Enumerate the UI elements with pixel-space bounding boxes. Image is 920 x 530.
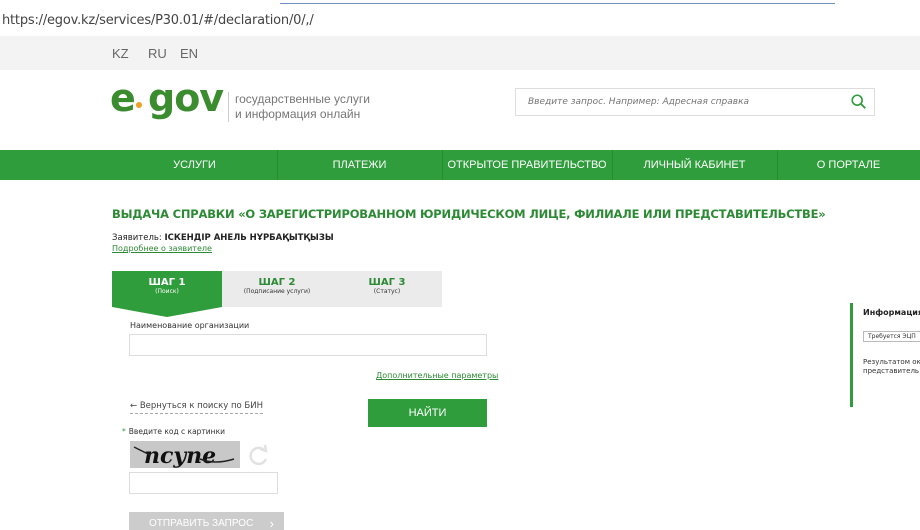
step-1-tab[interactable]: ШАГ 1 (Поиск) [112,271,222,317]
step-3-tab[interactable]: ШАГ 3 (Статус) [332,271,442,307]
lang-en[interactable]: EN [180,46,198,61]
send-request-button[interactable]: ОТПРАВИТЬ ЗАПРОС › [129,512,284,530]
nav-item-payments[interactable]: ПЛАТЕЖИ [277,150,442,180]
search-input[interactable] [516,89,846,115]
nav-item-about[interactable]: О ПОРТАЛЕ [777,150,920,180]
info-heading: Информация о [863,308,920,317]
find-button[interactable]: НАЙТИ [368,399,487,427]
nav-item-services[interactable]: УСЛУГИ [112,150,277,180]
step-2-subtitle: (Подписание услуги) [243,288,311,295]
applicant-name: ІСКЕНДІР АНЕЛЬ НҰРБАҚЫТҚЫЗЫ [164,233,334,243]
step-1-title: ШАГ 1 [148,277,186,288]
step-2-title: ШАГ 2 [258,277,296,288]
main-nav: УСЛУГИ ПЛАТЕЖИ ОТКРЫТОЕ ПРАВИТЕЛЬСТВО ЛИ… [0,150,920,180]
info-text: Результатом оказания зарегистрирован пре… [863,358,920,375]
url-bar-divider [280,3,835,4]
tagline-line2: и информация онлайн [235,107,361,121]
captcha-label-text: Введите код с картинки [128,427,225,436]
browser-url-bar[interactable]: https://egov.kz/services/P30.01/#/declar… [0,0,920,36]
applicant-label: Заявитель: [112,233,162,243]
page-title: ВЫДАЧА СПРАВКИ «О ЗАРЕГИСТРИРОВАННОМ ЮРИ… [112,207,826,221]
eds-required-badge: Требуется ЭЦП [863,331,920,342]
org-name-input[interactable] [129,334,487,356]
step-tabs: ШАГ 1 (Поиск) ШАГ 2 (Подписание услуги) … [112,271,442,317]
step-2-tab[interactable]: ШАГ 2 (Подписание услуги) [222,271,332,307]
search-icon[interactable] [850,93,868,111]
step-3-title: ШАГ 3 [368,277,406,288]
nav-item-open-government[interactable]: ОТКРЫТОЕ ПРАВИТЕЛЬСТВО [442,150,612,180]
required-star: * [122,427,126,436]
step-3-subtitle: (Статус) [373,288,401,295]
tagline-line1: государственные услуги [235,92,370,106]
send-request-label: ОТПРАВИТЬ ЗАПРОС [149,518,254,529]
url-text[interactable]: https://egov.kz/services/P30.01/#/declar… [2,13,314,28]
site-tagline: государственные услуги и информация онла… [228,92,370,122]
logo-e: e [110,76,136,120]
captcha-image: ncyne [130,441,240,469]
captcha-input[interactable] [129,472,278,494]
site-search [515,88,875,116]
language-bar: KZ RU EN [0,36,920,70]
site-header: e gov государственные услуги и информаци… [0,70,920,150]
service-info-panel: Информация о Требуется ЭЦП Результатом о… [850,303,920,407]
back-to-bin-link[interactable]: ← Вернуться к поиску по БИН [130,401,264,414]
logo-globe-icon [134,100,144,110]
captcha-drawing: ncyne [133,443,235,469]
applicant-details-link[interactable]: Подробнее о заявителе [112,244,212,253]
step-1-subtitle: (Поиск) [155,288,179,295]
org-name-label: Наименование организации [130,321,250,330]
nav-item-personal-account[interactable]: ЛИЧНЫЙ КАБИНЕТ [612,150,777,180]
lang-kz[interactable]: KZ [112,46,129,61]
egov-logo[interactable]: e gov [110,76,230,122]
captcha-text: ncyne [144,443,216,468]
applicant-info: Заявитель: ІСКЕНДІР АНЕЛЬ НҰРБАҚЫТҚЫЗЫ [112,233,334,243]
more-params-link[interactable]: Дополнительные параметры [376,371,498,380]
captcha-label: * Введите код с картинки [122,427,225,436]
chevron-right-icon: › [269,516,274,530]
lang-ru[interactable]: RU [148,46,167,61]
logo-gov: gov [148,76,224,120]
refresh-captcha-icon[interactable] [245,442,271,468]
